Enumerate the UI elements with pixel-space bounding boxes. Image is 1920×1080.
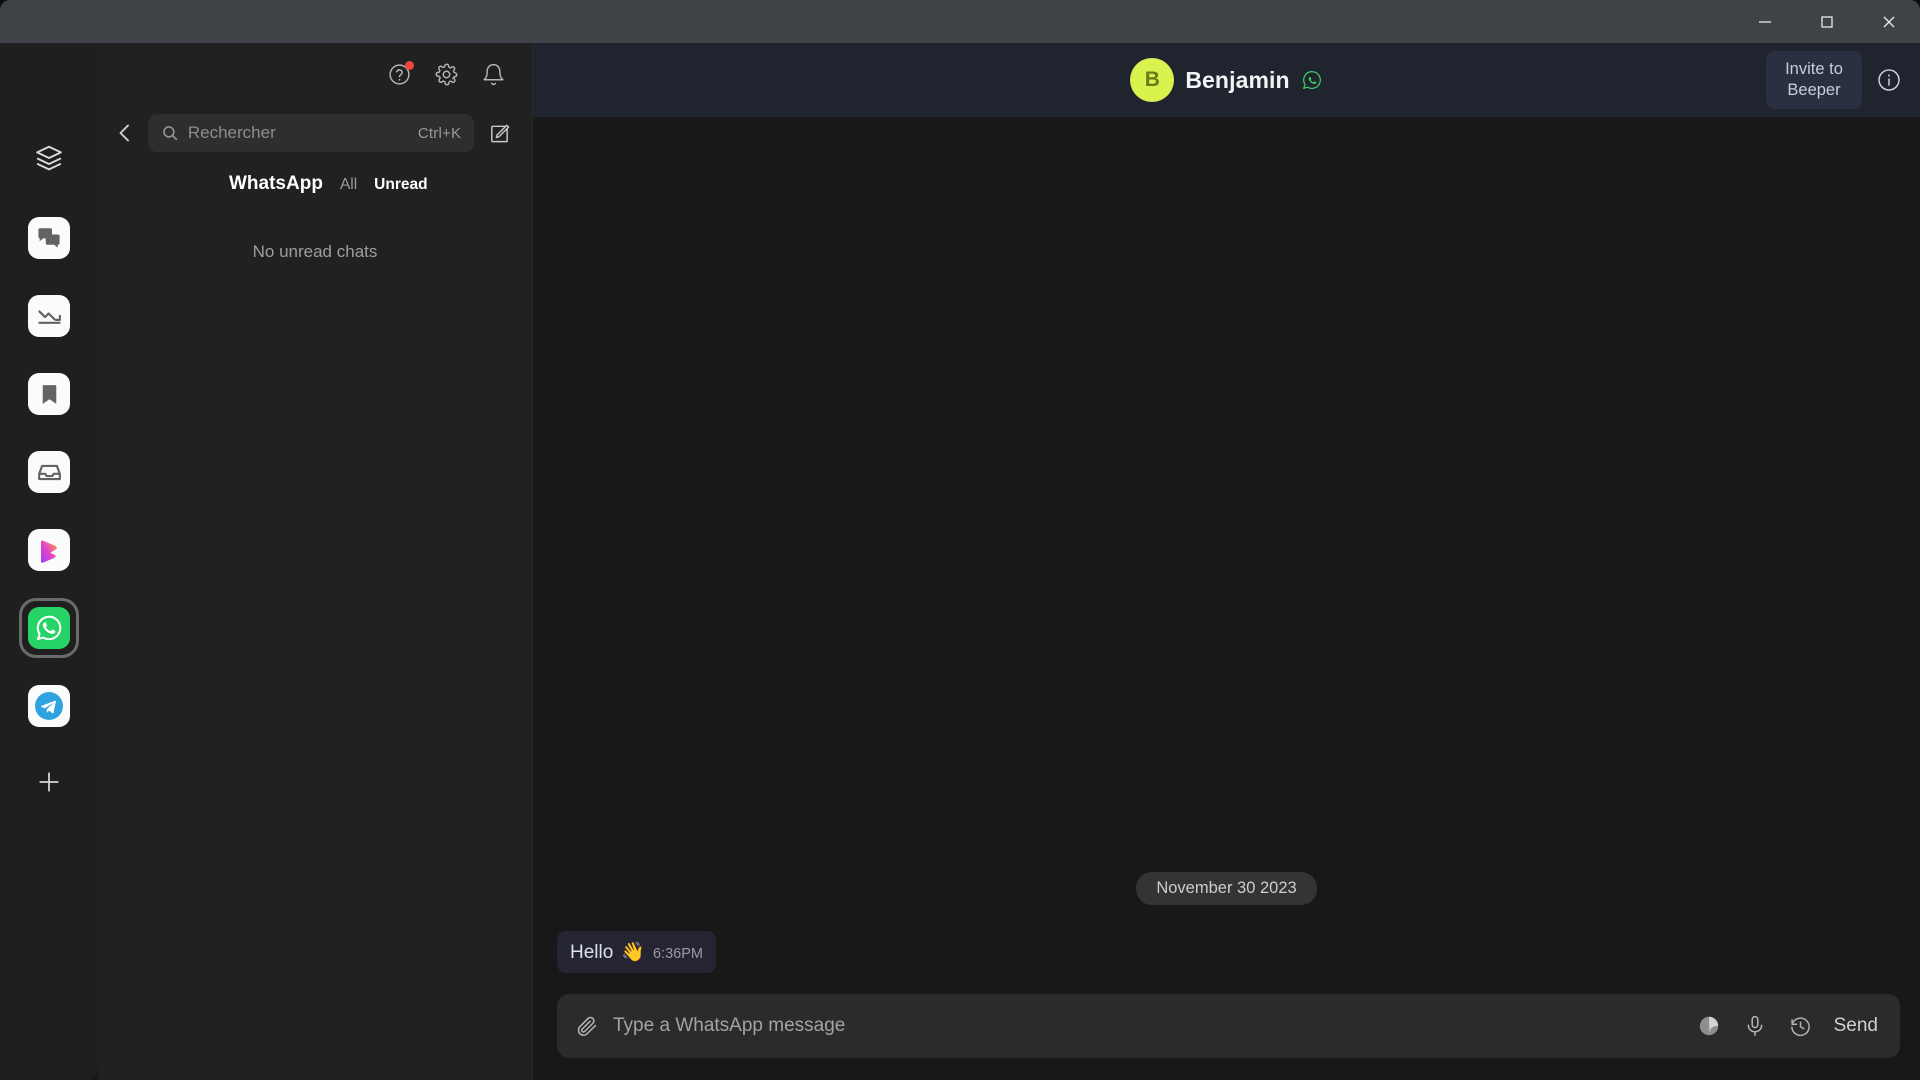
- gear-icon[interactable]: [434, 62, 459, 87]
- bell-icon[interactable]: [481, 62, 506, 87]
- whatsapp-icon: [1301, 69, 1323, 91]
- search-box[interactable]: Ctrl+K: [147, 114, 475, 152]
- chat-pane: B Benjamin Invite to Beeper November 30 …: [532, 43, 1920, 1080]
- list-filter-row: WhatsApp All Unread: [98, 161, 532, 195]
- send-button[interactable]: Send: [1834, 1015, 1878, 1037]
- search-input[interactable]: [187, 123, 409, 143]
- window-content: Ctrl+K WhatsApp All Unread No unread cha…: [0, 43, 1920, 1080]
- rail-item-beeper[interactable]: [22, 523, 76, 577]
- compose-icon[interactable]: [482, 116, 516, 150]
- help-icon[interactable]: [387, 60, 414, 87]
- minimize-button[interactable]: [1734, 0, 1796, 43]
- rail-item-low-priority[interactable]: [22, 289, 76, 343]
- message-timestamp: 6:36PM: [652, 946, 703, 962]
- help-badge-dot: [405, 60, 414, 70]
- paperclip-icon[interactable]: [575, 1014, 599, 1038]
- rail-item-saved[interactable]: [22, 367, 76, 421]
- avatar: B: [1130, 58, 1175, 102]
- message-bubble[interactable]: Hello 👋 6:36PM: [557, 931, 716, 973]
- filter-tab-unread[interactable]: Unread: [374, 176, 427, 194]
- chat-contact-name: Benjamin: [1185, 66, 1290, 93]
- beeper-window: Ctrl+K WhatsApp All Unread No unread cha…: [0, 0, 1920, 1080]
- chat-header-actions: Invite to Beeper: [1766, 51, 1902, 109]
- list-header-title: WhatsApp: [229, 173, 323, 194]
- rail-item-archive[interactable]: [22, 445, 76, 499]
- filter-tab-all[interactable]: All: [340, 176, 357, 194]
- layers-icon: [34, 143, 64, 178]
- chat-header: B Benjamin Invite to Beeper: [533, 43, 1920, 117]
- beeper-logo-icon: [28, 529, 70, 571]
- list-top-icon-bar: [98, 43, 532, 105]
- rail-item-chats[interactable]: [22, 211, 76, 265]
- maximize-button[interactable]: [1796, 0, 1858, 43]
- search-icon: [161, 124, 179, 142]
- search-row: Ctrl+K: [98, 105, 532, 161]
- back-chevron-icon[interactable]: [110, 116, 140, 150]
- plus-icon: [35, 768, 63, 801]
- microphone-icon[interactable]: [1743, 1014, 1767, 1038]
- sticker-icon[interactable]: [1697, 1014, 1721, 1038]
- schedule-clock-icon[interactable]: [1789, 1015, 1812, 1038]
- composer-wrap: Send: [533, 985, 1920, 1080]
- whatsapp-icon: [28, 607, 70, 649]
- empty-state-label: No unread chats: [252, 242, 378, 261]
- account-rail: [0, 43, 98, 1080]
- chat-bubbles-icon: [28, 217, 70, 259]
- rail-item-telegram[interactable]: [22, 679, 76, 733]
- inbox-tray-icon: [28, 451, 70, 493]
- chat-list-panel: Ctrl+K WhatsApp All Unread No unread cha…: [98, 43, 532, 1080]
- search-shortcut-label: Ctrl+K: [417, 124, 462, 142]
- composer-actions: Send: [1697, 1014, 1878, 1038]
- chat-title-group: B Benjamin: [533, 58, 1920, 102]
- message-composer[interactable]: Send: [557, 994, 1900, 1058]
- telegram-icon: [28, 685, 70, 727]
- chat-list-empty-state: No unread chats: [98, 195, 532, 1080]
- message-row: Hello 👋 6:36PM: [533, 931, 1920, 973]
- trending-down-icon: [28, 295, 70, 337]
- bookmark-icon: [28, 373, 70, 415]
- date-separator: November 30 2023: [533, 872, 1920, 905]
- invite-to-beeper-button[interactable]: Invite to Beeper: [1766, 51, 1862, 109]
- message-text: Hello: [570, 942, 614, 963]
- close-button[interactable]: [1858, 0, 1920, 43]
- waving-hand-emoji: 👋: [621, 942, 645, 963]
- message-input[interactable]: [613, 1015, 1683, 1037]
- info-icon[interactable]: [1876, 67, 1902, 93]
- window-titlebar: [0, 0, 1920, 43]
- message-list[interactable]: November 30 2023 Hello 👋 6:36PM: [533, 117, 1920, 985]
- rail-item-all-inboxes[interactable]: [22, 133, 76, 187]
- rail-item-whatsapp[interactable]: [22, 601, 76, 655]
- rail-item-add-account[interactable]: [22, 757, 76, 811]
- date-separator-label: November 30 2023: [1136, 872, 1317, 905]
